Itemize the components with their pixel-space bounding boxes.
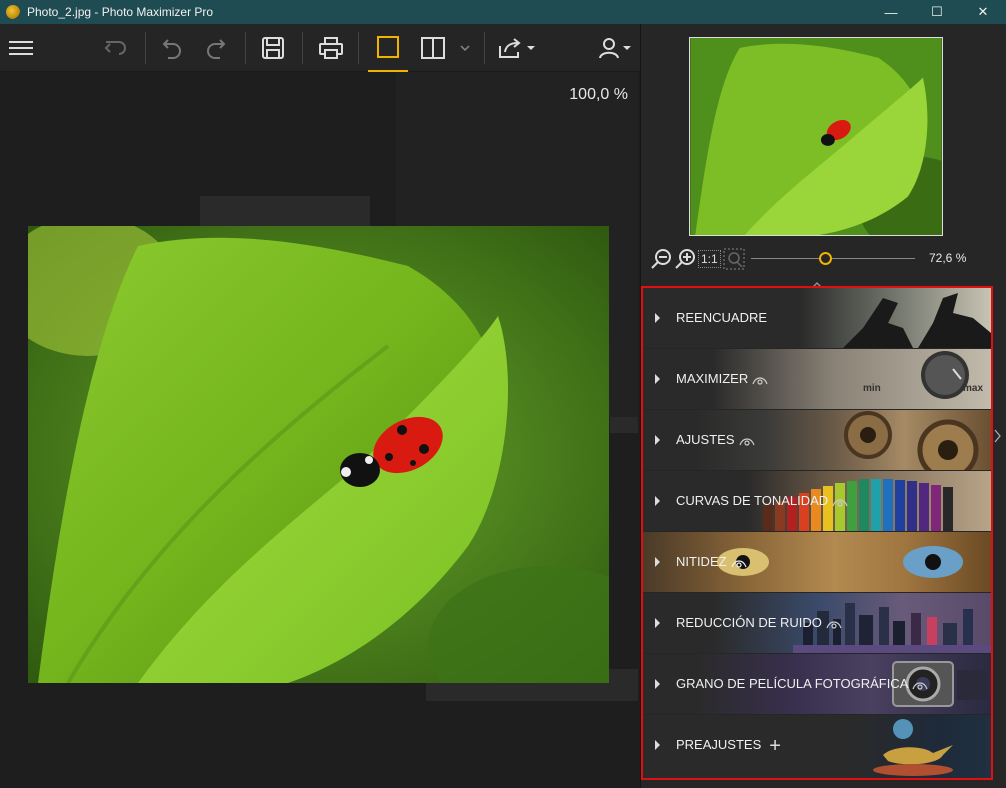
eye-icon[interactable] — [832, 497, 848, 507]
eye-icon[interactable] — [826, 619, 842, 629]
zoom-one-to-one-button[interactable]: 1:1 — [698, 250, 721, 268]
main-photo — [28, 226, 609, 683]
canvas-zoom-label: 100,0 % — [569, 86, 628, 103]
section-curvas-de-tonalidad[interactable]: CURVAS DE TONALIDAD — [643, 471, 991, 531]
zoom-in-icon[interactable] — [675, 248, 697, 275]
eye-icon[interactable] — [752, 375, 768, 385]
min-label: min — [863, 383, 881, 394]
expand-panel-chevron-icon[interactable] — [993, 429, 1001, 446]
section-label: MAXIMIZER — [676, 371, 749, 386]
split-view-icon[interactable] — [416, 24, 450, 72]
close-button[interactable]: ✕ — [960, 0, 1006, 24]
section-ajustes[interactable]: AJUSTES — [643, 410, 991, 470]
section-reencuadre[interactable]: REENCUADRE — [643, 288, 991, 348]
right-panel: 1:1 72,6 % REENCUADRE min max MAXIMIZER — [640, 24, 1006, 788]
minimize-button[interactable]: — — [868, 0, 914, 24]
section-label: PREAJUSTES — [676, 737, 762, 752]
window-title: Photo_2.jpg - Photo Maximizer Pro — [27, 5, 214, 19]
save-icon[interactable] — [256, 24, 290, 72]
eye-icon[interactable] — [738, 436, 755, 446]
single-view-icon[interactable] — [368, 24, 408, 72]
eye-icon[interactable] — [731, 558, 747, 568]
eye-icon[interactable] — [912, 680, 928, 690]
redo-icon[interactable] — [200, 24, 232, 72]
section-label: REDUCCIÓN DE RUIDO — [676, 615, 822, 630]
print-icon[interactable] — [314, 24, 348, 72]
toolbar — [0, 24, 640, 72]
title-bar: Photo_2.jpg - Photo Maximizer Pro — ☐ ✕ — [0, 0, 1006, 24]
add-preset-icon[interactable]: + — [769, 735, 781, 757]
menu-icon[interactable] — [6, 24, 36, 72]
section-preajustes[interactable]: PREAJUSTES + — [643, 715, 991, 778]
zoom-out-icon[interactable] — [651, 248, 673, 275]
maximize-button[interactable]: ☐ — [914, 0, 960, 24]
user-account-icon[interactable] — [596, 24, 634, 72]
app-logo-icon — [6, 5, 20, 19]
view-dropdown-chevron-icon[interactable] — [456, 24, 474, 72]
zoom-slider-knob[interactable] — [818, 252, 832, 265]
undo-all-icon[interactable] — [100, 24, 132, 72]
section-label: NITIDEZ — [676, 554, 727, 569]
max-label: max — [963, 383, 984, 394]
section-reduccion-de-ruido[interactable]: REDUCCIÓN DE RUIDO — [643, 593, 991, 653]
section-label: REENCUADRE — [676, 310, 768, 325]
section-label: GRANO DE PELÍCULA FOTOGRÁFICA — [676, 676, 909, 691]
share-icon[interactable] — [494, 24, 538, 72]
image-canvas[interactable]: 100,0 % — [0, 72, 638, 788]
section-label: CURVAS DE TONALIDAD — [676, 493, 829, 508]
section-nitidez[interactable]: NITIDEZ — [643, 532, 991, 592]
section-label: AJUSTES — [676, 432, 735, 447]
undo-icon[interactable] — [156, 24, 188, 72]
section-maximizer[interactable]: min max MAXIMIZER — [643, 349, 991, 409]
navigator-thumbnail[interactable] — [689, 37, 943, 236]
navigator-zoom-value: 72,6 % — [929, 251, 967, 265]
zoom-controls: 1:1 72,6 % — [641, 246, 1006, 272]
zoom-slider-track[interactable] — [751, 258, 915, 259]
section-grano-de-pelicula[interactable]: GRANO DE PELÍCULA FOTOGRÁFICA — [643, 654, 991, 714]
zoom-fit-icon[interactable] — [723, 248, 745, 275]
adjustments-accordion: REENCUADRE min max MAXIMIZER AJUSTES CUR… — [641, 286, 993, 780]
